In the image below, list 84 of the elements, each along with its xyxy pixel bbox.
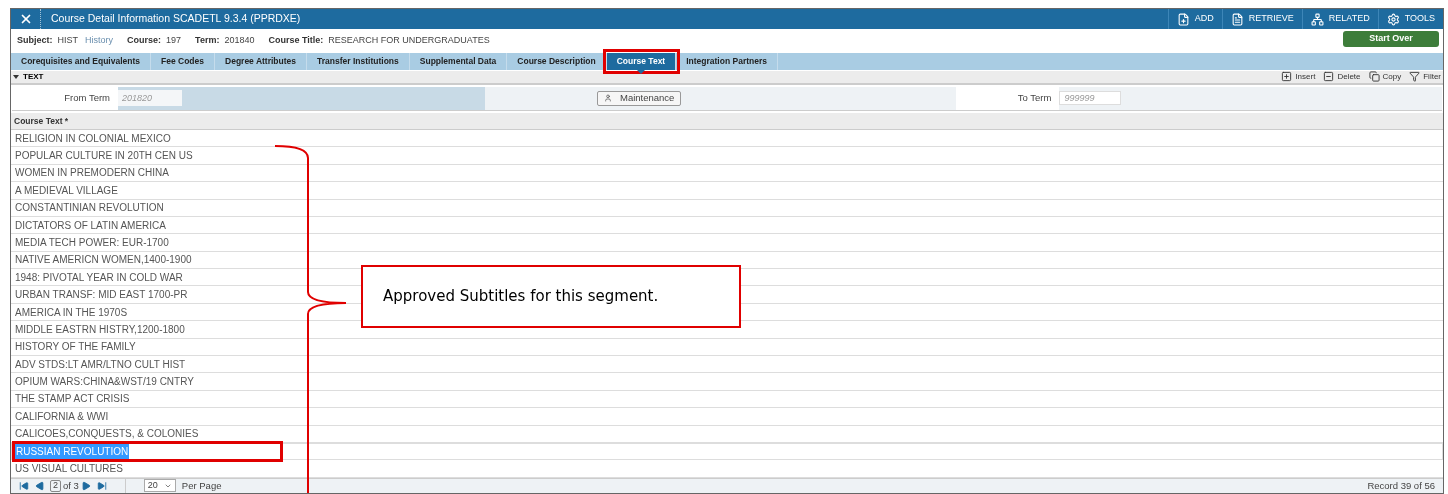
grid-row[interactable]: RELIGION IN COLONIAL MEXICO [11, 129, 1443, 148]
grid-row[interactable]: MEDIA TECH POWER: EUR-1700 [11, 234, 1443, 252]
minus-icon [1323, 71, 1335, 83]
tab[interactable]: Integration Partners [676, 53, 778, 70]
field-value: RESEARCH FOR UNDERGRADUATES [328, 34, 490, 48]
tab[interactable]: Supplemental Data [409, 53, 508, 70]
grid-row[interactable]: CALICOES,CONQUESTS, & COLONIES [11, 425, 1443, 443]
field-label: Course: [127, 34, 162, 48]
action-button[interactable]: Insert [1281, 70, 1316, 83]
row-text: HISTORY OF THE FAMILY [14, 340, 137, 355]
tab[interactable]: Transfer Institutions [307, 53, 410, 70]
row-text: MIDDLE EASTRN HISTRY,1200-1800 [14, 322, 186, 337]
toolbar-button[interactable]: RELATED [1301, 9, 1378, 29]
field-label: Subject: [17, 34, 53, 48]
per-page-select[interactable]: 20 [143, 479, 176, 493]
grid-row[interactable]: OPIUM WARS:CHINA&WST/19 CNTRY [11, 373, 1443, 391]
grid-row[interactable]: A MEDIEVAL VILLAGE [11, 182, 1443, 200]
start-over-button[interactable]: Start Over [1343, 31, 1439, 47]
add-icon [1176, 12, 1190, 26]
next-page-icon[interactable] [80, 480, 91, 491]
action-button[interactable]: Delete [1323, 70, 1361, 83]
filter-icon [1409, 71, 1421, 83]
first-page-icon[interactable] [19, 480, 29, 491]
tab[interactable]: Corequisites and Equivalents [11, 53, 152, 70]
record-count: Record 39 of 56 [1367, 478, 1435, 493]
row-text: 1948: PIVOTAL YEAR IN COLD WAR [14, 270, 184, 285]
row-text: THE STAMP ACT CRISIS [14, 392, 131, 407]
document-icon [1230, 12, 1244, 26]
row-text: A MEDIEVAL VILLAGE [14, 183, 119, 198]
column-header: Course Text * [14, 114, 69, 128]
row-text: RUSSIAN REVOLUTION [15, 444, 130, 460]
maintenance-button[interactable]: Maintenance [597, 90, 682, 106]
row-text: ADV STDS:LT AMR/LTNO CULT HIST [14, 357, 187, 372]
row-text: RELIGION IN COLONIAL MEXICO [14, 131, 172, 146]
grid-row[interactable]: WOMEN IN PREMODERN CHINA [11, 164, 1443, 183]
per-page-label: Per Page [181, 478, 222, 493]
page-field[interactable]: 2 [50, 479, 61, 492]
section-toggle[interactable]: TEXT [13, 70, 44, 83]
row-text: CONSTANTINIAN REVOLUTION [14, 201, 165, 216]
toolbar-button[interactable]: ADD [1167, 9, 1222, 29]
row-text: CALICOES,CONQUESTS, & COLONIES [14, 427, 200, 442]
grid-row[interactable]: POPULAR CULTURE IN 20TH CEN US [11, 147, 1443, 165]
to-term-field[interactable]: 999999 [1059, 91, 1122, 106]
grid-row[interactable]: DICTATORS OF LATIN AMERICA [11, 216, 1443, 235]
field-label: Term: [195, 34, 220, 48]
gear-icon [1386, 12, 1400, 26]
toolbar-button[interactable]: TOOLS [1377, 9, 1443, 29]
from-term-field[interactable]: 201820 [118, 90, 182, 107]
row-text: WOMEN IN PREMODERN CHINA [14, 166, 170, 181]
grid-row[interactable]: CALIFORNIA & WWI [11, 408, 1443, 426]
network-icon [1310, 12, 1324, 26]
field-value: 197 [166, 34, 182, 48]
row-text: NATIVE AMERICN WOMEN,1400-1900 [14, 253, 193, 268]
grid-row[interactable]: THE STAMP ACT CRISIS [11, 390, 1443, 409]
tab[interactable]: Degree Attributes [215, 53, 308, 70]
field-label: Course Title: [268, 34, 324, 48]
tab[interactable]: Fee Codes [151, 53, 216, 70]
plus-icon [1281, 71, 1293, 83]
copy-icon [1368, 71, 1380, 83]
row-text: DICTATORS OF LATIN AMERICA [14, 218, 167, 233]
row-text: POPULAR CULTURE IN 20TH CEN US [14, 149, 194, 163]
row-text: MEDIA TECH POWER: EUR-1700 [14, 235, 170, 250]
field-value: 201840 [224, 34, 255, 48]
grid-row[interactable]: US VISUAL CULTURES [11, 460, 1443, 478]
from-term-label: From Term [64, 91, 110, 106]
action-button[interactable]: Copy [1368, 70, 1402, 83]
row-text: URBAN TRANSF: MID EAST 1700-PR [14, 288, 189, 303]
field-description: History [85, 34, 114, 48]
page-count: of 3 [63, 478, 79, 493]
previous-page-icon[interactable] [35, 480, 45, 491]
row-text: AMERICA IN THE 1970S [14, 305, 129, 320]
row-text: OPIUM WARS:CHINA&WST/19 CNTRY [14, 375, 195, 390]
grid-row[interactable]: HISTORY OF THE FAMILY [11, 338, 1443, 356]
to-term-label: To Term [1017, 91, 1052, 106]
grid-row[interactable]: CONSTANTINIAN REVOLUTION [11, 199, 1443, 217]
row-text: US VISUAL CULTURES [14, 462, 124, 477]
toolbar-button[interactable]: RETRIEVE [1221, 9, 1302, 29]
window-title: Course Detail Information SCADETL 9.3.4 (PPRDXE) [51, 11, 301, 27]
action-button[interactable]: Filter [1409, 70, 1441, 83]
grid-row[interactable]: ADV STDS:LT AMR/LTNO CULT HIST [11, 356, 1443, 374]
row-text: CALIFORNIA & WWI [14, 409, 110, 424]
user-icon [604, 94, 612, 103]
field-value: HIST [57, 34, 79, 48]
last-page-icon[interactable] [96, 480, 107, 491]
